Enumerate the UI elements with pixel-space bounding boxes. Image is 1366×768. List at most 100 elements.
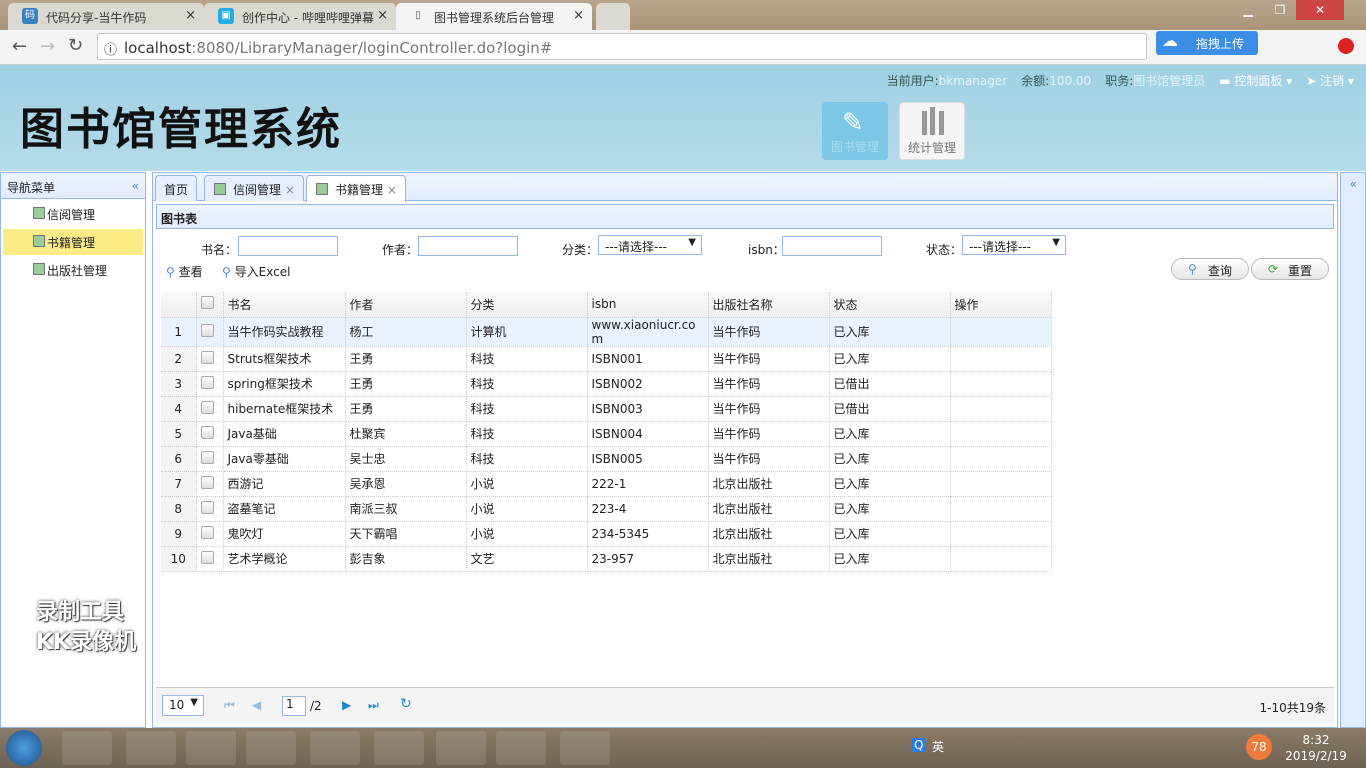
category-select[interactable]: ---请选择--- ▼ xyxy=(598,235,702,255)
close-tab-icon[interactable]: × xyxy=(285,183,295,197)
row-number: 6 xyxy=(161,446,197,472)
browser-tab[interactable]: ▣ 创作中心 - 哔哩哔哩弹幕 × xyxy=(204,3,396,30)
language-indicator[interactable]: 英 xyxy=(932,738,944,755)
explorer-taskbar-icon[interactable] xyxy=(246,731,296,765)
page-size-select[interactable]: 10 ▼ xyxy=(162,695,204,716)
sidebar-item-borrow[interactable]: 信阅管理 xyxy=(3,201,143,227)
info-icon: ⓘ xyxy=(104,43,118,58)
contacts-taskbar-icon[interactable] xyxy=(186,731,236,765)
security-badge[interactable]: 78 xyxy=(1246,734,1272,760)
row-checkbox[interactable] xyxy=(200,375,214,389)
table-cell: 科技 xyxy=(466,396,588,422)
next-page-icon[interactable]: ▶ xyxy=(342,698,351,712)
minimize-button[interactable]: ▁ xyxy=(1232,0,1264,20)
table-row[interactable]: 10 艺术学概论 彭吉象 文艺 23-957 北京出版社 已入库 xyxy=(161,546,1052,572)
last-page-icon[interactable]: ⏭ xyxy=(368,698,379,713)
close-window-button[interactable]: ✕ xyxy=(1296,0,1344,20)
column-header[interactable]: 书名 xyxy=(223,292,346,318)
reload-icon[interactable]: ↻ xyxy=(68,35,83,56)
row-checkbox[interactable] xyxy=(200,475,214,489)
isbn-input[interactable] xyxy=(782,236,882,256)
baidu-cloud-taskbar-icon[interactable] xyxy=(436,731,486,765)
query-button[interactable]: ⚲ 查询 xyxy=(1171,258,1249,280)
row-checkbox[interactable] xyxy=(200,550,214,564)
url-input[interactable]: ⓘ localhost:8080/LibraryManager/loginCont… xyxy=(97,33,1147,60)
tab-home[interactable]: 首页 xyxy=(155,175,198,201)
actions-cell xyxy=(950,496,1052,522)
maximize-button[interactable]: ❐ xyxy=(1264,0,1296,20)
extension-icon[interactable] xyxy=(1338,38,1354,54)
browser-tab-active[interactable]: ▯ 图书管理系统后台管理 × xyxy=(396,3,592,30)
sidebar-item-books[interactable]: 书籍管理 xyxy=(3,229,143,255)
control-panel-menu[interactable]: ▬ 控制面板 ▾ xyxy=(1219,72,1292,89)
main-panel: 首页 信阅管理 × 书籍管理 × 图书表 书名： 作者： 分类： ---请选择-… xyxy=(152,172,1338,728)
reset-button[interactable]: ⟳ 重置 xyxy=(1251,258,1329,280)
book-management-button[interactable]: ✎ 图书管理 xyxy=(822,102,888,160)
intellij-taskbar-icon[interactable] xyxy=(496,731,546,765)
app-logo: 图书馆管理系统 xyxy=(20,104,342,155)
expand-right-panel[interactable]: « xyxy=(1340,172,1366,728)
status-select[interactable]: ---请选择--- ▼ xyxy=(962,235,1066,255)
wps-taskbar-icon[interactable] xyxy=(560,731,610,765)
column-header[interactable]: 出版社名称 xyxy=(708,292,830,318)
recorder-taskbar-icon[interactable] xyxy=(374,731,424,765)
close-tab-icon[interactable]: × xyxy=(377,8,388,23)
close-tab-icon[interactable]: × xyxy=(387,183,397,197)
tab-borrow[interactable]: 信阅管理 × xyxy=(204,175,304,201)
table-row[interactable]: 9 鬼吹灯 天下霸唱 小说 234-5345 北京出版社 已入库 xyxy=(161,521,1052,547)
view-button[interactable]: ⚲ 查看 xyxy=(166,263,203,280)
table-row[interactable]: 6 Java零基础 吴士忠 科技 ISBN005 当牛作码 已入库 xyxy=(161,446,1052,472)
close-tab-icon[interactable]: × xyxy=(573,8,584,23)
input-method-icon[interactable]: Q xyxy=(912,738,926,752)
clock[interactable]: 8:32 2019/2/19 xyxy=(1278,732,1354,764)
column-header[interactable]: 状态 xyxy=(829,292,951,318)
author-input[interactable] xyxy=(418,236,518,256)
row-checkbox[interactable] xyxy=(200,450,214,464)
refresh-icon[interactable]: ↻ xyxy=(400,696,412,712)
page-number-input[interactable]: 1 xyxy=(282,696,306,716)
row-checkbox[interactable] xyxy=(200,500,214,514)
sidebar-item-publishers[interactable]: 出版社管理 xyxy=(3,257,143,283)
start-button[interactable] xyxy=(6,730,42,766)
row-checkbox[interactable] xyxy=(200,425,214,439)
book-name-input[interactable] xyxy=(238,236,338,256)
column-header[interactable]: 分类 xyxy=(466,292,588,318)
page-icon xyxy=(33,263,45,275)
first-page-icon[interactable]: ⏮ xyxy=(224,698,235,713)
table-cell: 彭吉象 xyxy=(345,546,467,572)
table-row[interactable]: 4 hibernate框架技术 王勇 科技 ISBN003 当牛作码 已借出 xyxy=(161,396,1052,422)
row-checkbox[interactable] xyxy=(200,525,214,539)
table-row[interactable]: 5 Java基础 杜聚宾 科技 ISBN004 当牛作码 已入库 xyxy=(161,421,1052,447)
tab-books[interactable]: 书籍管理 × xyxy=(306,175,406,202)
import-excel-button[interactable]: ⚲ 导入Excel xyxy=(222,263,290,280)
row-checkbox[interactable] xyxy=(200,400,214,414)
forward-icon[interactable]: → xyxy=(40,36,55,57)
table-row[interactable]: 1 当牛作码实战教程 杨工 计算机 www.xiaoniucr.com 当牛作码 已入库 xyxy=(161,317,1052,347)
prev-page-icon[interactable]: ◀ xyxy=(252,698,261,712)
statistics-button[interactable]: 统计管理 xyxy=(899,102,965,160)
back-icon[interactable]: ← xyxy=(12,36,27,57)
app-taskbar-icon[interactable] xyxy=(310,731,360,765)
browser-tab[interactable]: 码代码分享-当牛作码 × xyxy=(8,3,204,30)
close-tab-icon[interactable]: × xyxy=(185,8,196,23)
table-cell: 北京出版社 xyxy=(708,521,830,547)
table-cell: 23-957 xyxy=(587,546,709,572)
chrome-taskbar-icon[interactable] xyxy=(62,731,112,765)
logout-menu[interactable]: ➤ 注销 ▾ xyxy=(1306,72,1354,89)
column-header[interactable]: isbn xyxy=(587,292,709,318)
actions-cell xyxy=(950,371,1052,397)
new-tab-button[interactable] xyxy=(596,3,630,30)
table-row[interactable]: 7 西游记 吴承恩 小说 222-1 北京出版社 已入库 xyxy=(161,471,1052,497)
column-header[interactable]: 操作 xyxy=(950,292,1052,318)
javaee-ide-taskbar-icon[interactable] xyxy=(126,731,176,765)
cloud-icon: ☁ xyxy=(1162,31,1178,50)
select-all-checkbox[interactable] xyxy=(200,296,214,310)
column-header[interactable]: 作者 xyxy=(345,292,467,318)
row-checkbox[interactable] xyxy=(200,323,214,337)
upload-widget[interactable]: ☁ 拖拽上传 xyxy=(1156,31,1258,55)
table-row[interactable]: 8 盗墓笔记 南派三叔 小说 223-4 北京出版社 已入库 xyxy=(161,496,1052,522)
table-row[interactable]: 2 Struts框架技术 王勇 科技 ISBN001 当牛作码 已入库 xyxy=(161,346,1052,372)
row-checkbox[interactable] xyxy=(200,350,214,364)
collapse-icon[interactable]: « xyxy=(132,179,139,193)
table-row[interactable]: 3 spring框架技术 王勇 科技 ISBN002 当牛作码 已借出 xyxy=(161,371,1052,397)
